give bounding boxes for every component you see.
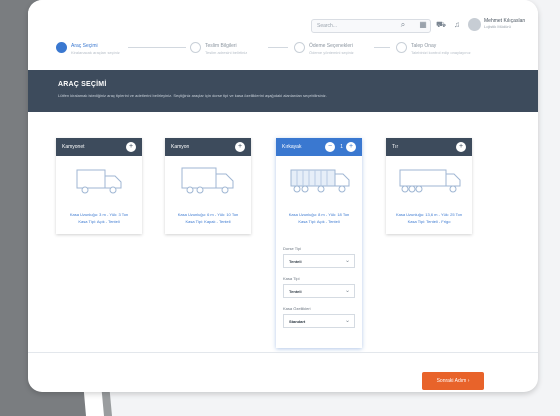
truck-icon: [181, 167, 234, 194]
search-icon[interactable]: ⌕: [398, 20, 408, 30]
card-header: Kırkayak − 1 +: [276, 138, 362, 156]
plus-icon[interactable]: +: [235, 142, 245, 152]
page: Search... ⌕ ▦ ⛟ ♫ Mehmet Kılıçaslan Loji…: [0, 0, 560, 416]
chevron-right-icon: ›: [467, 378, 470, 384]
vehicle-name: Tır: [392, 144, 399, 150]
grid-icon[interactable]: ▦: [418, 20, 428, 30]
step-subtitle: Teslim adresini belirtiniz: [205, 50, 248, 55]
avatar[interactable]: [468, 18, 481, 31]
card-header: Tır +: [386, 138, 472, 156]
top-bar: Search... ⌕ ▦ ⛟ ♫ Mehmet Kılıçaslan Loji…: [28, 0, 538, 40]
bell-icon[interactable]: ♫: [452, 20, 462, 30]
vehicle-name: Kamyonet: [62, 144, 85, 150]
vehicle-card-kamyon[interactable]: Kamyon + Kasa Uzunluğu: 6 m - Yük: 10 To…: [165, 138, 251, 234]
step-subtitle: Ödeme yöntemini seçiniz: [309, 50, 354, 55]
step-title: Araç Seçimi: [71, 43, 98, 49]
step-dot: [396, 42, 407, 53]
step-title: Ödeme Seçenekleri: [309, 43, 353, 49]
page-description: Lütfen kiralamak istediğiniz araç tipler…: [58, 93, 327, 98]
vehicle-card-tir[interactable]: Tır + Kasa Uzunluğu: 13,6 m - Yük: 25 To…: [386, 138, 472, 234]
chevron-down-icon: ⌄: [344, 318, 350, 324]
progress-stepper: Araç Seçimi Kiralanacak araçları seçiniz…: [56, 42, 526, 66]
dorse-type-select[interactable]: Tenteli ⌄: [283, 254, 355, 268]
page-title: ARAÇ SEÇİMİ: [58, 81, 107, 88]
long-truck-icon: [290, 169, 350, 193]
step-title: Talep Onay: [411, 43, 437, 49]
vehicle-spec: Kasa Uzunluğu: 3 m - Yük: 3 Ton: [69, 212, 129, 217]
vehicle-count: 1: [340, 144, 343, 150]
vehicle-spec: Kasa Tipi: Açık - Tenteli: [298, 219, 340, 224]
vehicle-spec: Kasa Tipi: Tenteli - Frigo: [407, 219, 451, 224]
section-banner: [28, 70, 538, 112]
vehicle-spec: Kasa Uzunluğu: 6 m - Yük: 10 Ton: [177, 212, 239, 217]
plus-icon[interactable]: +: [346, 142, 356, 152]
minus-icon[interactable]: −: [325, 142, 335, 152]
field-label: Kasa Tipi: [283, 276, 300, 281]
search-input[interactable]: Search...: [311, 19, 431, 33]
step-connector: [128, 47, 186, 48]
app-window: Search... ⌕ ▦ ⛟ ♫ Mehmet Kılıçaslan Loji…: [28, 0, 538, 392]
cart-icon[interactable]: ⛟: [436, 20, 446, 30]
check-icon: [56, 42, 67, 53]
vehicle-spec: Kasa Tipi: Açık - Tenteli: [78, 219, 120, 224]
card-header: Kamyon +: [165, 138, 251, 156]
plus-icon[interactable]: +: [456, 142, 466, 152]
vehicle-card-kamyonet[interactable]: Kamyonet + Kasa Uzunluğu: 3 m - Yük: 3 T…: [56, 138, 142, 234]
step-dot: [294, 42, 305, 53]
step-connector: [374, 47, 390, 48]
vehicle-spec: Kasa Uzunluğu: 8 m - Yük: 18 Ton: [288, 212, 350, 217]
vehicle-spec: Kasa Uzunluğu: 13,6 m - Yük: 25 Ton: [395, 212, 463, 217]
select-value: Standart: [289, 319, 306, 324]
step-dot: [190, 42, 201, 53]
step-subtitle: Kiralanacak araçları seçiniz: [71, 50, 120, 55]
field-label: Dorse Tipi: [283, 246, 302, 251]
plus-icon[interactable]: +: [126, 142, 136, 152]
field-label: Kasa Özellikleri: [283, 306, 311, 311]
step-connector: [268, 47, 288, 48]
vehicle-card-kirkayak[interactable]: Kırkayak − 1 + Kasa Uzunluğu: 8 m - Yük:: [276, 138, 362, 348]
user-role: Lojistik Müdürü: [484, 24, 511, 29]
chevron-down-icon: ⌄: [344, 258, 350, 264]
body-type-select[interactable]: Tenteli ⌄: [283, 284, 355, 298]
tir-icon: [399, 169, 461, 193]
chevron-down-icon: ⌄: [344, 288, 350, 294]
select-value: Tenteli: [289, 289, 302, 294]
card-header: Kamyonet +: [56, 138, 142, 156]
next-button-label: Sonraki Adım: [436, 378, 467, 384]
van-icon: [76, 169, 122, 194]
footer-divider: [28, 352, 538, 353]
body-features-select[interactable]: Standart ⌄: [283, 314, 355, 328]
step-title: Teslim Bilgileri: [205, 43, 237, 49]
vehicle-name: Kırkayak: [282, 144, 302, 150]
step-subtitle: Talebinizi kontrol edip onaylayınız: [411, 50, 471, 55]
vehicle-spec: Kasa Tipi: Kapalı - Tenteli: [185, 219, 231, 224]
next-step-button[interactable]: Sonraki Adım ›: [422, 372, 484, 390]
select-value: Tenteli: [289, 259, 302, 264]
vehicle-name: Kamyon: [171, 144, 190, 150]
